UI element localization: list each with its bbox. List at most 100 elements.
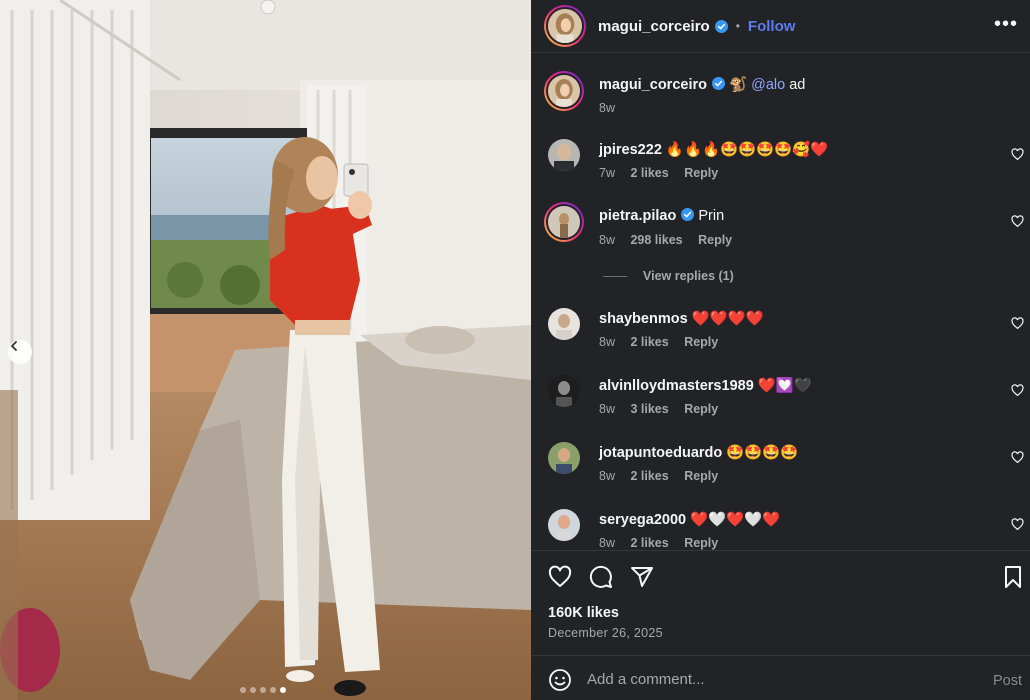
- comment-time: 8w: [599, 335, 615, 349]
- comment-text: seryega2000 ❤️🤍❤️🤍❤️: [599, 511, 780, 528]
- comment-body: ❤️❤️❤️❤️: [691, 311, 764, 327]
- view-replies-label: View replies (1): [643, 269, 734, 283]
- comment-avatar-image: [548, 442, 580, 474]
- reply-button[interactable]: Reply: [684, 402, 718, 416]
- comment-like-heart-icon[interactable]: [1011, 215, 1024, 228]
- comment-time: 8w: [599, 536, 615, 550]
- comment-meta: 8w 2 likes Reply: [599, 469, 730, 483]
- comment-time: 8w: [599, 233, 615, 247]
- comment-like-heart-icon[interactable]: [1011, 148, 1024, 161]
- author-avatar[interactable]: [544, 5, 586, 47]
- comment-meta: 8w 3 likes Reply: [599, 402, 730, 416]
- comment-meta: 8w 2 likes Reply: [599, 335, 730, 349]
- reply-button[interactable]: Reply: [684, 536, 718, 550]
- comment-text: shaybenmos ❤️❤️❤️❤️: [599, 310, 764, 327]
- carousel-dot-active: [280, 687, 286, 693]
- post-photo[interactable]: [0, 0, 531, 700]
- post-date: December 26, 2025: [548, 626, 663, 640]
- comment-username[interactable]: jotapuntoeduardo: [599, 445, 722, 461]
- comment-avatar-image: [548, 509, 580, 541]
- comment-likes[interactable]: 3 likes: [630, 402, 668, 416]
- header-separator: •: [735, 19, 740, 33]
- carousel-dot: [270, 687, 276, 693]
- comment-likes[interactable]: 2 likes: [630, 536, 668, 550]
- comment-avatar[interactable]: [544, 202, 584, 242]
- comment-icon[interactable]: [589, 565, 613, 589]
- comment-body: ❤️💟🖤: [757, 378, 812, 394]
- comment-body: ❤️🤍❤️🤍❤️: [690, 512, 781, 528]
- post-comment-button[interactable]: Post: [993, 673, 1022, 689]
- post-header: magui_corceiro • Follow •••: [531, 0, 1030, 52]
- follow-button[interactable]: Follow: [748, 18, 796, 35]
- view-replies-button[interactable]: View replies (1): [603, 269, 734, 283]
- comment-like-heart-icon[interactable]: [1011, 451, 1024, 464]
- comment-avatar[interactable]: [548, 308, 580, 340]
- comment-username[interactable]: pietra.pilao: [599, 208, 676, 224]
- heart-icon[interactable]: [548, 565, 572, 589]
- share-icon[interactable]: [630, 565, 654, 589]
- caption-username[interactable]: magui_corceiro: [599, 77, 707, 93]
- caption-avatar-image: [548, 75, 580, 107]
- caption-text: magui_corceiro 🐒 @alo ad: [599, 76, 805, 93]
- more-options-icon[interactable]: •••: [994, 14, 1018, 34]
- comment-composer: Post: [531, 655, 1030, 700]
- comment-time: 8w: [599, 469, 615, 483]
- bookmark-icon[interactable]: [1001, 565, 1025, 589]
- photo-illustration: [0, 0, 531, 700]
- caption-meta: 8w: [599, 101, 627, 115]
- reply-button[interactable]: Reply: [684, 166, 718, 180]
- likes-count[interactable]: 160K likes: [548, 605, 619, 621]
- comment-time: 8w: [599, 402, 615, 416]
- verified-icon: [681, 208, 695, 221]
- reply-button[interactable]: Reply: [684, 469, 718, 483]
- action-bar: [531, 550, 1030, 605]
- chevron-left-icon: [10, 341, 17, 351]
- reply-button[interactable]: Reply: [684, 335, 718, 349]
- comment-username[interactable]: seryega2000: [599, 512, 686, 528]
- author-avatar-image: [548, 9, 582, 43]
- comment-avatar-image: [548, 308, 580, 340]
- comment-text: alvinlloydmasters1989 ❤️💟🖤: [599, 377, 812, 394]
- reply-button[interactable]: Reply: [698, 233, 732, 247]
- post-details-panel: magui_corceiro • Follow ••• magui_corcei…: [531, 0, 1030, 700]
- comments-list[interactable]: magui_corceiro 🐒 @alo ad 8w jpires222 🔥🔥🔥…: [531, 52, 1030, 550]
- comment-body: Prin: [698, 208, 725, 224]
- comment-likes[interactable]: 2 likes: [630, 335, 668, 349]
- comment-avatar-image: [548, 139, 580, 171]
- comment-text: jotapuntoeduardo 🤩🤩🤩🤩: [599, 444, 798, 461]
- comment-like-heart-icon[interactable]: [1011, 518, 1024, 531]
- comment-time: 7w: [599, 166, 615, 180]
- carousel-dot: [250, 687, 256, 693]
- caption-mention[interactable]: @alo: [751, 77, 785, 93]
- comment-avatar-image: [548, 206, 580, 238]
- author-username[interactable]: magui_corceiro: [598, 18, 710, 35]
- comment-avatar[interactable]: [548, 139, 580, 171]
- verified-icon: [714, 19, 728, 33]
- comment-meta: 7w 2 likes Reply: [599, 166, 730, 180]
- carousel-dot: [260, 687, 266, 693]
- comment-avatar[interactable]: [548, 375, 580, 407]
- comment-likes[interactable]: 2 likes: [630, 469, 668, 483]
- carousel-prev-button[interactable]: [8, 340, 32, 364]
- comment-meta: 8w 298 likes Reply: [599, 233, 744, 247]
- comment-avatar[interactable]: [548, 509, 580, 541]
- view-replies-line: [603, 275, 627, 277]
- comment-meta: 8w 2 likes Reply: [599, 536, 730, 550]
- comment-likes[interactable]: 298 likes: [630, 233, 682, 247]
- caption-avatar[interactable]: [544, 71, 584, 111]
- comment-like-heart-icon[interactable]: [1011, 317, 1024, 330]
- comment-username[interactable]: alvinlloydmasters1989: [599, 378, 754, 394]
- comment-likes[interactable]: 2 likes: [630, 166, 668, 180]
- caption-time: 8w: [599, 101, 615, 115]
- comment-avatar[interactable]: [548, 442, 580, 474]
- comment-input[interactable]: [587, 666, 967, 692]
- comment-username[interactable]: jpires222: [599, 142, 662, 158]
- emoji-icon[interactable]: [548, 668, 572, 692]
- carousel-indicator: [240, 687, 286, 693]
- carousel-dot: [240, 687, 246, 693]
- comment-username[interactable]: shaybenmos: [599, 311, 688, 327]
- comment-like-heart-icon[interactable]: [1011, 384, 1024, 397]
- comment-body: 🤩🤩🤩🤩: [726, 445, 799, 461]
- verified-icon: [712, 77, 725, 90]
- comment-text: jpires222 🔥🔥🔥🤩🤩🤩🤩🥰❤️: [599, 141, 828, 158]
